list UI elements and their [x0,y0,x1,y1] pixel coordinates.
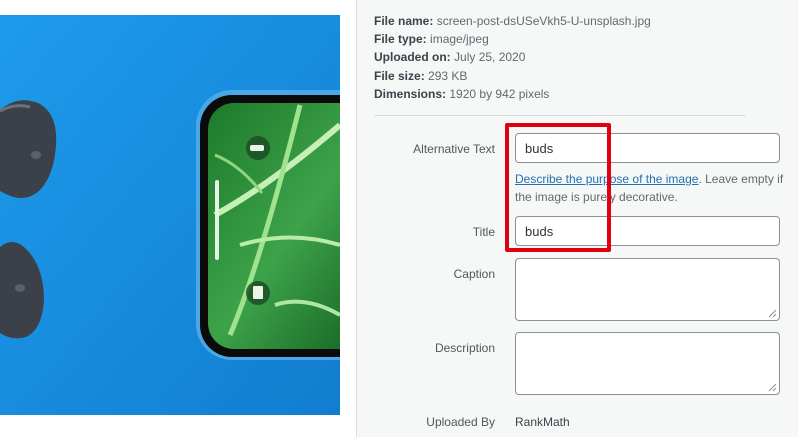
resize-handle-icon[interactable] [768,309,777,318]
dimensions-label: Dimensions: [374,86,447,101]
caption-textarea[interactable] [515,258,780,321]
attachment-image [0,15,340,415]
alt-text-help: Describe the purpose of the image. Leave… [515,170,785,206]
attachment-details-panel: File name: screen-post-dsUSeVkh5-U-unspl… [356,0,798,437]
uploaded-on-label: Uploaded on: [374,50,451,65]
divider [374,115,746,116]
caption-label: Caption [453,267,495,281]
file-name-label: File name: [374,14,434,28]
uploaded-by-value: RankMath [515,415,570,429]
uploaded-by-label: Uploaded By [426,415,495,429]
alt-text-label: Alternative Text [413,142,495,156]
earbuds-phone-photo [0,15,340,415]
description-label: Description [434,341,495,355]
describe-purpose-link[interactable]: Describe the purpose of the image [515,172,698,186]
file-name-value: screen-post-dsUSeVkh5-U-unsplash.jpg [436,14,651,28]
uploaded-on-value: July 25, 2020 [454,50,526,65]
file-name-row: File name: screen-post-dsUSeVkh5-U-unspl… [374,12,651,30]
file-size-value: 293 KB [428,68,468,83]
file-type-row: File type: image/jpeg [374,30,651,48]
file-size-label: File size: [374,68,425,83]
attachment-preview [0,0,356,437]
title-label: Title [472,225,495,239]
resize-handle-icon[interactable] [768,383,777,392]
dimensions-value: 1920 by 942 pixels [449,86,550,101]
alt-text-input[interactable] [515,133,780,163]
file-type-label: File type: [374,32,427,47]
title-input[interactable] [515,216,780,246]
dimensions-row: Dimensions: 1920 by 942 pixels [374,85,651,103]
file-size-row: File size: 293 KB [374,67,651,85]
description-textarea[interactable] [515,332,780,395]
file-type-value: image/jpeg [430,32,489,47]
file-info: File name: screen-post-dsUSeVkh5-U-unspl… [374,12,651,103]
uploaded-on-row: Uploaded on: July 25, 2020 [374,48,651,66]
